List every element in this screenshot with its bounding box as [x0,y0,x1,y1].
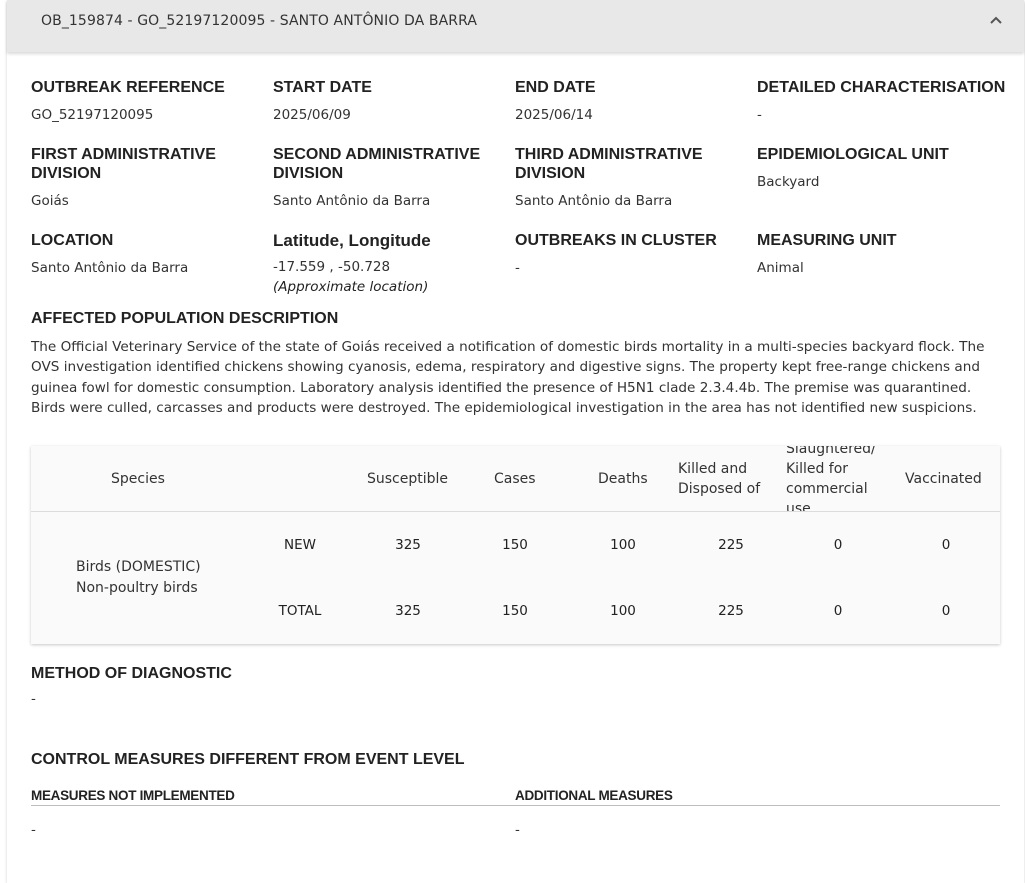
col-header-slaughtered-text: Slaughtered/ Killed for commercial use [786,446,876,512]
cell-deaths: 100 [610,603,636,619]
field-value: GO_52197120095 [31,107,154,123]
additional-measures-value: - [515,822,520,838]
col-header-cases: Cases [494,471,536,487]
affected-population-text: The Official Veterinary Service of the s… [31,339,985,416]
field-label: EPIDEMIOLOGICAL UNIT [757,146,949,163]
chevron-up-icon[interactable] [987,12,1005,30]
cell-slaughtered: 0 [833,537,843,553]
field-label: THIRD ADMINISTRATIVE DIVISION [515,146,703,182]
control-measures-divider [31,805,1000,806]
field-label: START DATE [273,79,372,96]
col-header-slaughtered: Slaughtered/ Killed for commercial use [786,446,886,512]
field-label: END DATE [515,79,596,96]
field-label: OUTBREAKS IN CLUSTER [515,232,717,249]
col-header-deaths: Deaths [598,471,648,487]
field-value: -17.559 , -50.728 [273,259,391,275]
field-second-admin-division: SECOND ADMINISTRATIVE DIVISION Santo Ant… [273,145,498,210]
field-value: 2025/06/14 [515,107,593,123]
cell-susceptible: 325 [395,537,421,553]
field-label: DETAILED CHARACTERISATION [757,79,1006,96]
field-value: Goiás [31,193,69,209]
field-outbreaks-in-cluster: OUTBREAKS IN CLUSTER - [515,231,745,277]
field-value: - [757,107,762,123]
cell-deaths: 100 [610,537,636,553]
field-value: Santo Antônio da Barra [273,193,431,209]
cell-vaccinated: 0 [941,603,951,619]
field-label: AFFECTED POPULATION DESCRIPTION [31,310,339,327]
col-header-killed: Killed and Disposed of [678,461,761,497]
field-outbreak-reference: OUTBREAK REFERENCE GO_52197120095 [31,78,261,124]
cell-cases: 150 [502,603,528,619]
col-header-vaccinated: Vaccinated [905,471,982,487]
field-value: Santo Antônio da Barra [31,260,189,276]
cell-vaccinated: 0 [941,537,951,553]
field-label: FIRST ADMINISTRATIVE DIVISION [31,146,216,182]
field-label: SECOND ADMINISTRATIVE DIVISION [273,146,481,182]
field-label: MEASURING UNIT [757,232,897,249]
species-cell: Birds (DOMESTIC) Non-poultry birds [76,557,201,598]
outbreak-panel: OB_159874 - GO_52197120095 - SANTO ANTÔN… [7,0,1024,883]
affected-population-heading: AFFECTED POPULATION DESCRIPTION [31,309,531,328]
field-value: - [515,260,520,276]
field-lat-long: Latitude, Longitude -17.559 , -50.728 (A… [273,231,503,296]
field-start-date: START DATE 2025/06/09 [273,78,503,124]
cell-killed: 225 [718,603,744,619]
field-first-admin-division: FIRST ADMINISTRATIVE DIVISION Goiás [31,145,251,210]
diagnostic-heading: METHOD OF DIAGNOSTIC [31,665,232,682]
field-value: Santo Antônio da Barra [515,193,673,209]
diagnostic-value: - [31,691,36,707]
field-detailed-characterisation: DETAILED CHARACTERISATION - [757,78,1007,124]
cell-cases: 150 [502,537,528,553]
field-end-date: END DATE 2025/06/14 [515,78,745,124]
field-value: Backyard [757,174,820,190]
species-table: Species Susceptible Cases Deaths Killed … [31,446,1000,644]
control-measures-heading: CONTROL MEASURES DIFFERENT FROM EVENT LE… [31,751,465,768]
cell-slaughtered: 0 [833,603,843,619]
field-third-admin-division: THIRD ADMINISTRATIVE DIVISION Santo Antô… [515,145,735,210]
col-header-susceptible: Susceptible [367,471,449,487]
approximate-location-note: (Approximate location) [273,279,429,295]
field-location: LOCATION Santo Antônio da Barra [31,231,261,277]
row-type: TOTAL [278,603,322,619]
species-name: Birds (DOMESTIC) [76,559,201,575]
field-value: 2025/06/09 [273,107,351,123]
cell-killed: 225 [718,537,744,553]
field-value: Animal [757,260,804,276]
field-label: OUTBREAK REFERENCE [31,79,225,96]
measures-not-implemented-label: MEASURES NOT IMPLEMENTED [31,788,235,803]
field-measuring-unit: MEASURING UNIT Animal [757,231,1007,277]
table-header-divider [31,511,1000,512]
field-label: Latitude, Longitude [273,231,431,250]
col-header-species: Species [111,471,165,487]
cell-susceptible: 325 [395,603,421,619]
additional-measures-label: ADDITIONAL MEASURES [515,788,673,803]
row-type: NEW [284,537,316,553]
measures-not-implemented-value: - [31,822,36,838]
panel-title: OB_159874 - GO_52197120095 - SANTO ANTÔN… [41,13,478,29]
field-label: LOCATION [31,232,114,249]
species-subtype: Non-poultry birds [76,579,198,596]
panel-header[interactable]: OB_159874 - GO_52197120095 - SANTO ANTÔN… [7,0,1024,52]
field-epidemiological-unit: EPIDEMIOLOGICAL UNIT Backyard [757,145,1007,191]
